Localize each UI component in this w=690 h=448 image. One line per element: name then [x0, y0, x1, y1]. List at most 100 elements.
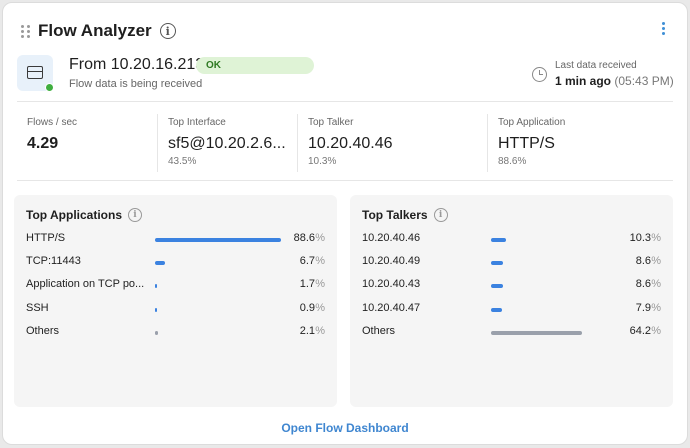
row-percent: 10.3: [629, 232, 651, 244]
row-bar-track: [491, 307, 617, 312]
row-bar-track: [155, 284, 281, 289]
drag-handle-icon[interactable]: [21, 24, 31, 38]
stat-label: Top Application: [498, 117, 566, 128]
top-applications-title-wrap: Top Applications i: [26, 208, 142, 222]
widget-title: Flow Analyzer: [38, 21, 152, 40]
status-badge: OK: [196, 57, 314, 74]
stat-label: Top Interface: [168, 117, 226, 128]
row-unit: %: [315, 301, 325, 314]
row-bar-track: [155, 330, 281, 335]
panel-title: Top Applications: [26, 208, 122, 222]
row-name: 10.20.40.43: [362, 278, 421, 291]
row-unit: %: [315, 324, 325, 337]
row-percent: 6.7: [299, 255, 315, 268]
row-percent: 88.6: [293, 232, 315, 244]
row-percent: 8.6: [635, 278, 651, 291]
row-unit: %: [651, 324, 661, 337]
row-name: Others: [26, 324, 60, 337]
row-name: HTTP/S: [26, 232, 66, 244]
talker-row: 10.20.40.47 7.9%: [362, 302, 661, 318]
stats-row: Flows / sec 4.29 Top Interface sf5@10.20…: [17, 104, 673, 182]
row-bar: [491, 307, 503, 312]
row-percent: 2.1: [299, 324, 315, 337]
talker-row: 10.20.40.43 8.6%: [362, 278, 661, 294]
divider: [17, 101, 673, 102]
info-icon[interactable]: i: [433, 208, 448, 222]
row-bar-track: [155, 261, 281, 266]
row-name: Application on TCP po...: [26, 278, 145, 291]
row-name: Others: [362, 324, 396, 337]
panel-title: Top Talkers: [362, 208, 428, 222]
talker-row: 10.20.40.46 10.3%: [362, 232, 661, 248]
row-bar: [155, 330, 158, 335]
row-bar: [155, 238, 281, 242]
last-data-ago: 1 min ago: [555, 74, 612, 88]
stat-sub: 10.3%: [308, 156, 337, 167]
stat-sub: 88.6%: [498, 156, 527, 167]
info-icon[interactable]: i: [128, 208, 142, 222]
row-name: 10.20.40.46: [362, 232, 421, 244]
row-bar: [155, 261, 165, 266]
row-bar: [155, 307, 157, 312]
row-unit: %: [315, 255, 325, 268]
source-address: From 10.20.16.213: [69, 56, 205, 73]
stat-value: HTTP/S: [498, 135, 555, 152]
application-row: SSH 0.9%: [26, 302, 325, 318]
row-percent: 7.9: [635, 301, 651, 314]
flow-analyzer-widget: Flow Analyzer i From 10.20.16.213 OK Flo…: [2, 2, 688, 445]
stat-value: 10.20.40.46: [308, 135, 393, 152]
row-unit: %: [651, 255, 661, 268]
talker-row: Others 64.2%: [362, 325, 661, 341]
row-unit: %: [315, 232, 325, 244]
application-row: Application on TCP po... 1.7%: [26, 278, 325, 294]
stat-value: 4.29: [27, 135, 59, 152]
row-unit: %: [315, 278, 325, 291]
row-name: SSH: [26, 301, 49, 314]
row-bar: [491, 284, 504, 289]
divider: [17, 180, 673, 181]
row-bar-track: [491, 238, 617, 242]
row-bar: [155, 284, 158, 289]
stat-sub: 43.5%: [168, 156, 197, 167]
open-flow-dashboard-link[interactable]: Open Flow Dashboard: [3, 421, 687, 435]
info-icon[interactable]: i: [159, 23, 176, 39]
status-dot-icon: [45, 83, 54, 92]
top-talkers-title-wrap: Top Talkers i: [362, 208, 448, 222]
last-data-value: 1 min ago (05:43 PM): [555, 74, 674, 88]
top-talkers-panel: Top Talkers i 10.20.40.46 10.3% 10.20.40.4…: [350, 195, 673, 407]
stat-top-interface: Top Interface sf5@10.20.2.6... 43.5%: [157, 114, 297, 172]
row-unit: %: [651, 278, 661, 291]
stat-top-application: Top Application HTTP/S 88.6%: [487, 114, 677, 172]
last-data-label: Last data received: [555, 60, 637, 71]
row-bar-track: [155, 238, 281, 242]
last-data-time: (05:43 PM): [614, 74, 674, 88]
row-percent: 0.9: [299, 301, 315, 314]
stat-flows-per-sec: Flows / sec 4.29: [17, 114, 157, 172]
row-name: 10.20.40.47: [362, 301, 421, 314]
row-percent: 64.2: [629, 324, 651, 337]
stat-label: Top Talker: [308, 117, 354, 128]
row-percent: 1.7: [299, 278, 315, 291]
talker-row: 10.20.40.49 8.6%: [362, 255, 661, 271]
widget-header: Flow Analyzer i: [21, 19, 669, 43]
row-bar-track: [491, 284, 617, 289]
kebab-menu-icon[interactable]: [662, 22, 665, 35]
row-bar: [491, 261, 504, 266]
server-icon: [17, 55, 54, 92]
stat-top-talker: Top Talker 10.20.40.46 10.3%: [297, 114, 487, 172]
stat-value: sf5@10.20.2.6...: [168, 135, 286, 152]
application-row: HTTP/S 88.6%: [26, 232, 325, 248]
row-bar: [491, 330, 583, 335]
clock-icon: [532, 67, 547, 82]
source-subtitle: Flow data is being received: [69, 78, 203, 90]
application-row: TCP:11443 6.7%: [26, 255, 325, 271]
application-row: Others 2.1%: [26, 325, 325, 341]
row-unit: %: [651, 232, 661, 244]
row-unit: %: [651, 301, 661, 314]
row-name: 10.20.40.49: [362, 255, 421, 268]
row-bar-track: [155, 307, 281, 312]
row-bar: [491, 238, 506, 242]
row-bar-track: [491, 330, 617, 335]
top-applications-panel: Top Applications i HTTP/S 88.6% TCP:11443 6…: [14, 195, 337, 407]
row-percent: 8.6: [635, 255, 651, 268]
